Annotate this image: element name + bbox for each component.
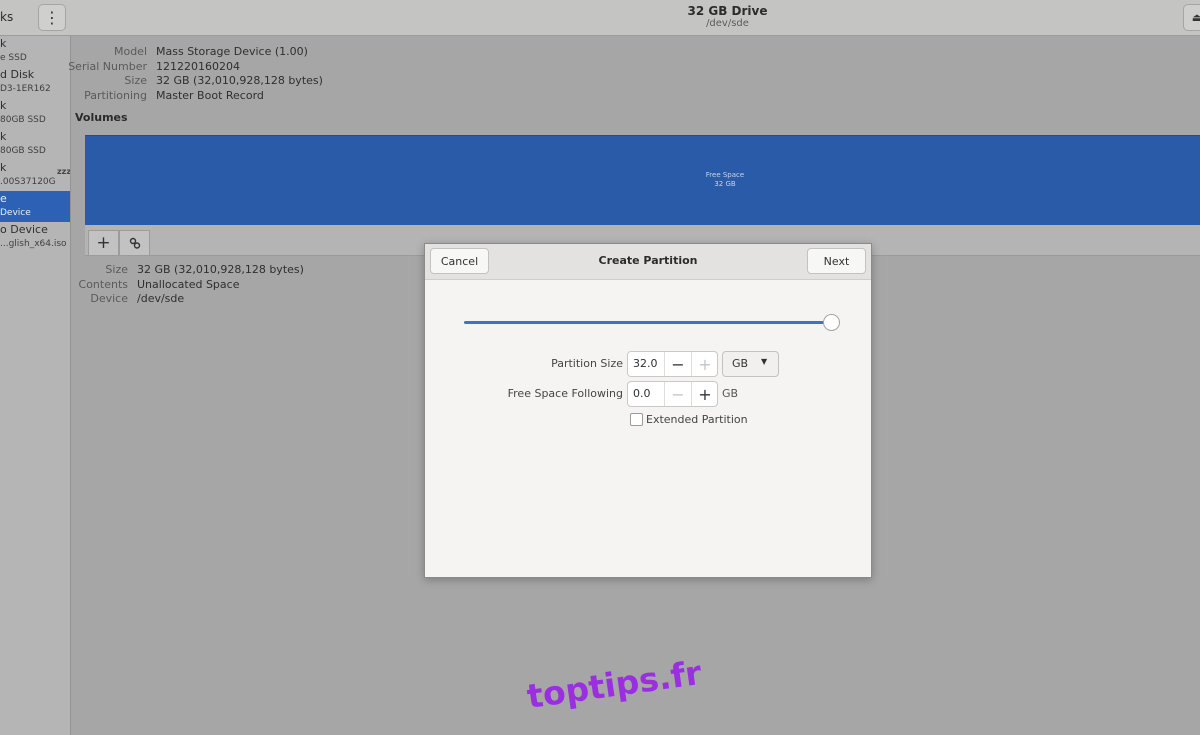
drive-subtitle: /dev/sde <box>706 18 749 29</box>
sidebar-item-label: k <box>0 130 7 143</box>
sidebar-item-drive-4[interactable]: k 80GB SSD <box>0 129 70 160</box>
sidebar-item-label: e <box>0 192 7 205</box>
volumes-heading: Volumes <box>75 111 128 124</box>
free-space-spinner[interactable]: 0.0 − + <box>627 381 718 407</box>
sidebar-item-label: k <box>0 99 7 112</box>
dialog-title: Create Partition <box>598 254 698 267</box>
eject-icon: ⏏ <box>1191 11 1200 24</box>
sidebar-item-label: o Device <box>0 223 48 236</box>
partitioning-label: Partitioning <box>84 89 147 102</box>
create-partition-button[interactable]: + <box>88 230 119 256</box>
model-label: Model <box>113 45 147 58</box>
plus-icon: + <box>96 233 111 253</box>
free-space-input[interactable]: 0.0 <box>633 387 651 400</box>
create-partition-dialog: Cancel Create Partition Next Partition S… <box>424 243 872 578</box>
sidebar-item-label: k <box>0 37 7 50</box>
dropdown-arrow-icon: ▼ <box>761 357 768 366</box>
sleep-icon: zzz <box>57 167 71 176</box>
sidebar-item-sublabel: .00S37120G <box>0 177 56 187</box>
eject-button[interactable]: ⏏ <box>1183 4 1200 31</box>
size-label: Size <box>124 74 147 87</box>
minus-icon: − <box>671 354 685 374</box>
sidebar-item-label: d Disk <box>0 68 35 81</box>
sidebar-item-label: k <box>0 161 7 174</box>
selected-size-label: Size <box>105 263 128 276</box>
plus-icon: + <box>698 384 712 404</box>
sidebar-item-sublabel: 80GB SSD <box>0 146 46 156</box>
gears-icon <box>129 237 140 249</box>
next-button[interactable]: Next <box>807 248 866 274</box>
sidebar: k e SSD d Disk D3-1ER162 k 80GB SSD k 80… <box>0 36 71 735</box>
minus-icon: − <box>671 384 685 404</box>
partitioning-value: Master Boot Record <box>156 89 264 102</box>
plus-icon: + <box>698 354 712 374</box>
free-space-title: Free Space <box>705 171 745 179</box>
slider-handle[interactable] <box>822 314 840 331</box>
sidebar-item-iso-device[interactable]: o Device ...glish_x64.iso <box>0 222 70 253</box>
sidebar-item-sublabel: Device <box>0 208 31 218</box>
sidebar-item-sublabel: 80GB SSD <box>0 115 46 125</box>
increase-free-space-button[interactable]: + <box>691 382 717 406</box>
size-unit-value: GB <box>732 357 749 370</box>
decrease-free-space-button[interactable]: − <box>664 382 691 406</box>
watermark-text: toptips.fr <box>524 652 704 716</box>
sidebar-item-drive-3[interactable]: k 80GB SSD <box>0 98 70 129</box>
decrease-size-button[interactable]: − <box>664 352 691 376</box>
partition-size-spinner[interactable]: 32.0 − + <box>627 351 718 377</box>
extended-partition-checkbox[interactable] <box>630 413 643 426</box>
size-value: 32 GB (32,010,928,128 bytes) <box>156 74 323 87</box>
contents-value: Unallocated Space <box>137 278 240 291</box>
sidebar-item-drive-2[interactable]: d Disk D3-1ER162 <box>0 67 70 98</box>
free-space-unit: GB <box>722 387 739 400</box>
free-space-following-label: Free Space Following <box>507 387 623 400</box>
extended-partition-label[interactable]: Extended Partition <box>646 413 748 426</box>
sidebar-item-sublabel: e SSD <box>0 53 27 63</box>
selected-size-value: 32 GB (32,010,928,128 bytes) <box>137 263 304 276</box>
serial-label: Serial Number <box>68 60 147 73</box>
partition-options-button[interactable] <box>119 230 150 256</box>
partition-size-input[interactable]: 32.0 <box>633 357 658 370</box>
contents-label: Contents <box>78 278 128 291</box>
sidebar-item-sublabel: ...glish_x64.iso <box>0 239 67 249</box>
size-unit-dropdown[interactable]: GB ▼ <box>722 351 779 377</box>
device-label: Device <box>90 292 128 305</box>
partition-size-label: Partition Size <box>551 357 623 370</box>
sidebar-item-sublabel: D3-1ER162 <box>0 84 51 94</box>
serial-value: 121220160204 <box>156 60 240 73</box>
partition-size-slider[interactable] <box>464 321 832 324</box>
free-space-size: 32 GB <box>714 180 736 188</box>
free-space-label: Free Space 32 GB <box>85 171 1200 189</box>
increase-size-button[interactable]: + <box>691 352 717 376</box>
model-value: Mass Storage Device (1.00) <box>156 45 308 58</box>
device-value: /dev/sde <box>137 292 185 305</box>
sidebar-item-32gb-drive[interactable]: e Device <box>0 191 70 222</box>
sidebar-item-drive-1[interactable]: k e SSD <box>0 36 70 67</box>
drive-title: 32 GB Drive <box>687 4 768 18</box>
